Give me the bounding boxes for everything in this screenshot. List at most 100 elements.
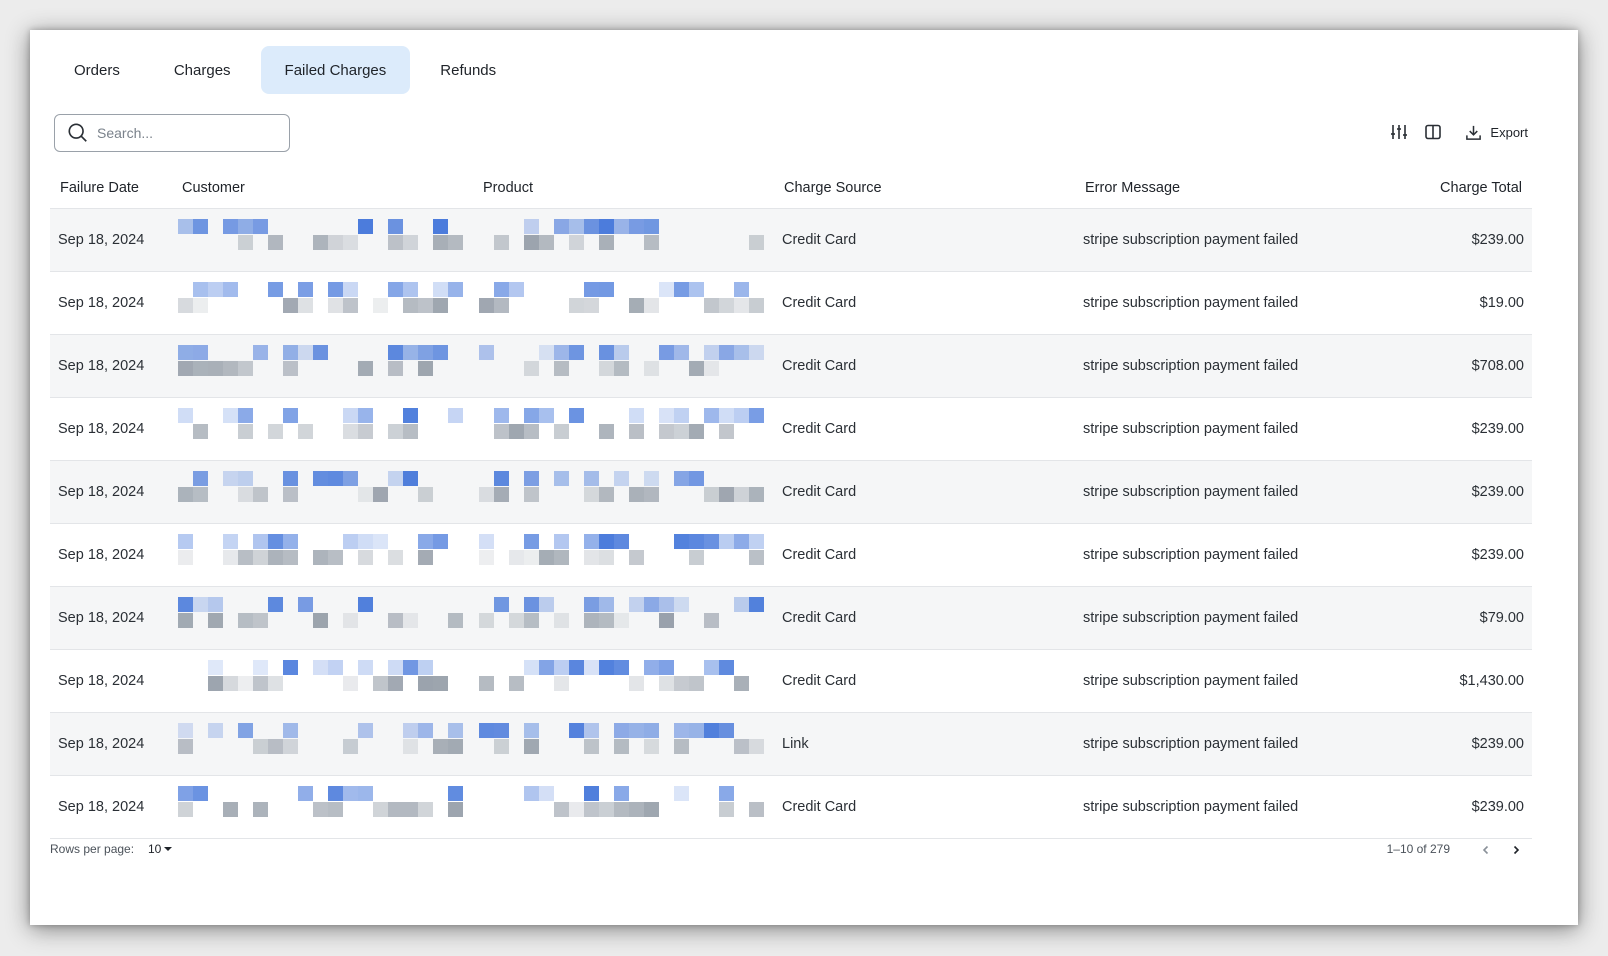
redaction-pixel xyxy=(629,723,644,738)
redaction-pixel xyxy=(343,282,358,297)
table-row[interactable]: Sep 18, 2024 Credit Card stripe subscrip… xyxy=(50,335,1532,398)
redaction-pixel xyxy=(509,613,524,628)
columns-button[interactable] xyxy=(1423,122,1443,142)
charge-total-cell: $1,430.00 xyxy=(1459,673,1524,689)
redaction-pixel xyxy=(358,723,373,738)
customer-cell xyxy=(174,335,475,397)
product-cell xyxy=(475,587,776,649)
column-header-charge-source[interactable]: Charge Source xyxy=(776,180,1077,196)
charge-source-cell: Credit Card xyxy=(782,358,857,374)
redaction-pixel xyxy=(524,361,539,376)
filter-button[interactable] xyxy=(1389,122,1409,142)
redaction-pixel xyxy=(388,550,403,565)
redaction-pixel xyxy=(599,597,614,612)
redaction-pixel xyxy=(193,298,208,313)
redaction-pixel xyxy=(599,235,614,250)
redaction-pixel xyxy=(358,219,373,234)
redaction-pixel xyxy=(418,298,433,313)
failure-date-cell: Sep 18, 2024 xyxy=(58,358,145,374)
redaction-pixel xyxy=(253,676,268,691)
redaction-pixel xyxy=(524,235,539,250)
search-input[interactable] xyxy=(95,124,269,142)
column-header-charge-total[interactable]: Charge Total xyxy=(1378,180,1532,196)
tab-refunds[interactable]: Refunds xyxy=(416,46,520,94)
redaction-pixel xyxy=(223,534,238,549)
redaction-pixel xyxy=(524,597,539,612)
redaction-pixel xyxy=(569,298,584,313)
export-button[interactable]: Export xyxy=(1465,124,1528,141)
tab-charges[interactable]: Charges xyxy=(150,46,255,94)
redaction-pixel xyxy=(539,550,554,565)
table-row[interactable]: Sep 18, 2024 Credit Card stripe subscrip… xyxy=(50,272,1532,335)
redaction-pixel xyxy=(448,235,463,250)
redaction-pixel xyxy=(644,660,659,675)
table-row[interactable]: Sep 18, 2024 Credit Card stripe subscrip… xyxy=(50,398,1532,461)
redaction-pixel xyxy=(584,786,599,801)
redaction-pixel xyxy=(629,298,644,313)
table-row[interactable]: Sep 18, 2024 Credit Card stripe subscrip… xyxy=(50,209,1532,272)
redaction-pixel xyxy=(193,345,208,360)
redaction-pixel xyxy=(283,408,298,423)
redaction-pixel xyxy=(403,424,418,439)
redaction-pixel xyxy=(599,613,614,628)
redaction-pixel xyxy=(388,219,403,234)
redaction-pixel xyxy=(358,408,373,423)
redaction-pixel xyxy=(629,408,644,423)
redaction-pixel xyxy=(659,676,674,691)
redaction-pixel xyxy=(674,408,689,423)
table-row[interactable]: Sep 18, 2024 Credit Card stripe subscrip… xyxy=(50,776,1532,839)
redaction-pixel xyxy=(178,361,193,376)
column-header-product[interactable]: Product xyxy=(475,180,776,196)
redaction-pixel xyxy=(734,298,749,313)
next-page-button[interactable] xyxy=(1506,840,1526,860)
redaction-pixel xyxy=(373,802,388,817)
redaction-pixel xyxy=(283,739,298,754)
redaction-pixel xyxy=(268,739,283,754)
table-row[interactable]: Sep 18, 2024 Link stripe subscription pa… xyxy=(50,713,1532,776)
tab-orders[interactable]: Orders xyxy=(50,46,144,94)
redaction-pixel xyxy=(448,786,463,801)
export-label: Export xyxy=(1490,124,1528,140)
previous-page-button[interactable] xyxy=(1476,840,1496,860)
redaction-pixel xyxy=(283,471,298,486)
redaction-pixel xyxy=(704,345,719,360)
redaction-pixel xyxy=(644,219,659,234)
table-row[interactable]: Sep 18, 2024 Credit Card stripe subscrip… xyxy=(50,524,1532,587)
table-row[interactable]: Sep 18, 2024 Credit Card stripe subscrip… xyxy=(50,461,1532,524)
redaction-pixel xyxy=(448,802,463,817)
charge-total-cell: $239.00 xyxy=(1471,421,1524,437)
redaction-pixel xyxy=(584,613,599,628)
column-header-error-message[interactable]: Error Message xyxy=(1077,180,1378,196)
redaction-pixel xyxy=(524,739,539,754)
customer-cell xyxy=(174,398,475,460)
redaction-pixel xyxy=(719,802,734,817)
redaction-pixel xyxy=(193,282,208,297)
redaction-pixel xyxy=(584,550,599,565)
charge-source-cell: Credit Card xyxy=(782,484,857,500)
error-message-cell: stripe subscription payment failed xyxy=(1083,358,1299,374)
redaction-pixel xyxy=(283,723,298,738)
redaction-pixel xyxy=(193,219,208,234)
redaction-pixel xyxy=(418,534,433,549)
rows-per-page-select[interactable]: 10 xyxy=(148,842,173,856)
customer-cell xyxy=(174,524,475,586)
column-header-customer[interactable]: Customer xyxy=(174,180,475,196)
redaction-pixel xyxy=(178,534,193,549)
redaction-pixel xyxy=(719,786,734,801)
redaction-pixel xyxy=(629,219,644,234)
error-message-cell: stripe subscription payment failed xyxy=(1083,673,1299,689)
table-row[interactable]: Sep 18, 2024 Credit Card stripe subscrip… xyxy=(50,587,1532,650)
redaction-pixel xyxy=(569,219,584,234)
redaction-pixel xyxy=(479,550,494,565)
redaction-pixel xyxy=(524,424,539,439)
table-row[interactable]: Sep 18, 2024 Credit Card stripe subscrip… xyxy=(50,650,1532,713)
tab-failed-charges[interactable]: Failed Charges xyxy=(260,46,411,94)
failure-date-cell: Sep 18, 2024 xyxy=(58,547,145,563)
column-header-failure-date[interactable]: Failure Date xyxy=(50,180,174,196)
redaction-pixel xyxy=(448,739,463,754)
redaction-pixel xyxy=(178,345,193,360)
redaction-pixel xyxy=(554,613,569,628)
customer-cell xyxy=(174,713,475,775)
failure-date-cell: Sep 18, 2024 xyxy=(58,484,145,500)
customer-cell xyxy=(174,272,475,334)
